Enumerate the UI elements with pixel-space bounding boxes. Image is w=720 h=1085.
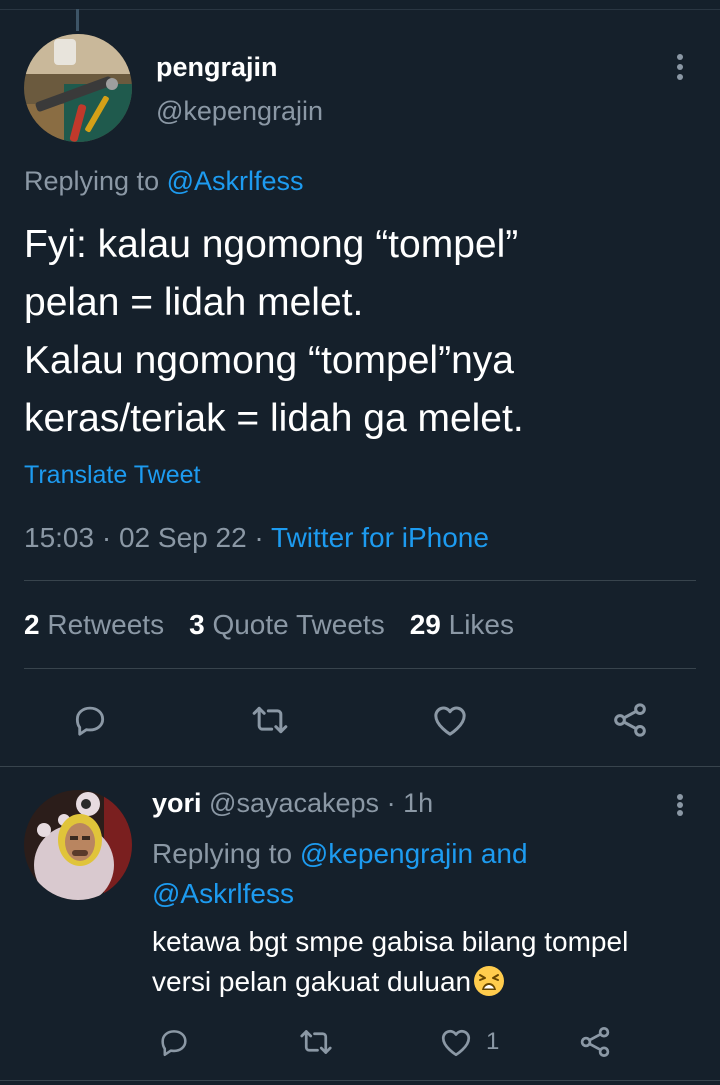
main-tweet-actions <box>0 700 720 740</box>
reply-tweet-reply-icon[interactable] <box>154 1022 194 1062</box>
main-tweet-more-icon[interactable] <box>670 52 690 82</box>
retweets-stat[interactable]: 2 Retweets <box>24 609 164 641</box>
tweet-time: 15:03 <box>24 522 95 553</box>
reply-timestamp[interactable]: 1h <box>403 788 433 818</box>
bottom-divider <box>0 1080 720 1081</box>
retweet-icon[interactable] <box>250 700 290 740</box>
tweet-text-line: ketawa bgt smpe gabisa bilang tompel <box>152 926 629 957</box>
main-tweet-avatar[interactable] <box>24 34 132 142</box>
likes-label: Likes <box>448 609 515 640</box>
meta-separator: · <box>254 522 264 553</box>
tweet-text-line: versi pelan gakuat duluan <box>152 966 472 997</box>
replying-prefix: Replying to <box>152 838 300 869</box>
reply-tweet-text: ketawa bgt smpe gabisa bilang tompel ver… <box>152 922 712 1002</box>
main-tweet-handle[interactable]: @kepengrajin <box>156 96 323 127</box>
tweet-meta: 15:03 · 02 Sep 22 · Twitter for iPhone <box>24 522 489 554</box>
tired-face-emoji <box>473 965 505 997</box>
top-divider <box>0 9 720 10</box>
quotes-stat[interactable]: 3 Quote Tweets <box>189 609 385 641</box>
main-tweet-replying-to: Replying to @Askrlfess <box>24 166 304 197</box>
replying-mention-link[interactable]: @Askrlfess <box>167 166 304 196</box>
stats-divider <box>24 668 696 669</box>
tweet-text-line: keras/teriak = lidah ga melet. <box>24 397 524 440</box>
like-icon[interactable] <box>430 700 470 740</box>
tweet-source-link[interactable]: Twitter for iPhone <box>271 522 489 553</box>
reply-tweet-like-count: 1 <box>486 1028 500 1055</box>
reply-tweet-replying-to: Replying to @kepengrajin and @Askrlfess <box>152 834 692 914</box>
reply-tweet-retweet-icon[interactable] <box>296 1022 336 1062</box>
tweet-text-line: Fyi: kalau ngomong “tompel” <box>24 223 519 266</box>
reply-tweet-share-icon[interactable] <box>575 1022 615 1062</box>
retweets-count: 2 <box>24 609 40 640</box>
replying-mention-link[interactable]: @Askrlfess <box>152 878 294 909</box>
reply-icon[interactable] <box>70 700 110 740</box>
tweet-date: 02 Sep 22 <box>118 522 247 553</box>
replying-prefix: Replying to <box>24 166 167 196</box>
tweet-text-line: Kalau ngomong “tompel”nya <box>24 339 514 382</box>
thread-connector-line <box>76 9 79 31</box>
quotes-label: Quote Tweets <box>212 609 385 640</box>
translate-tweet-link[interactable]: Translate Tweet <box>24 461 200 490</box>
tweet-text-line: pelan = lidah melet. <box>24 281 364 324</box>
main-tweet-display-name[interactable]: pengrajin <box>156 52 278 83</box>
retweets-label: Retweets <box>47 609 165 640</box>
header-separator: · <box>386 788 396 818</box>
meta-divider <box>24 580 696 581</box>
share-icon[interactable] <box>610 700 650 740</box>
main-tweet-text: Fyi: kalau ngomong “tompel” pelan = lida… <box>24 216 704 448</box>
meta-separator: · <box>101 522 112 553</box>
likes-stat[interactable]: 29 Likes <box>410 609 514 641</box>
quotes-count: 3 <box>189 609 205 640</box>
reply-tweet-header: yori @sayacakeps · 1h <box>152 788 433 819</box>
replying-and: and <box>473 838 528 869</box>
reply-display-name[interactable]: yori <box>152 788 202 818</box>
reply-tweet-more-icon[interactable] <box>670 792 690 818</box>
likes-count: 29 <box>409 609 441 640</box>
tweet-divider <box>0 766 720 767</box>
replying-mention-link[interactable]: @kepengrajin <box>300 838 473 869</box>
reply-handle[interactable]: @sayacakeps <box>209 788 379 818</box>
reply-tweet-avatar[interactable] <box>24 790 132 900</box>
tweet-stats: 2 Retweets 3 Quote Tweets 29 Likes <box>24 609 514 641</box>
reply-tweet-like-icon[interactable] <box>436 1022 476 1062</box>
